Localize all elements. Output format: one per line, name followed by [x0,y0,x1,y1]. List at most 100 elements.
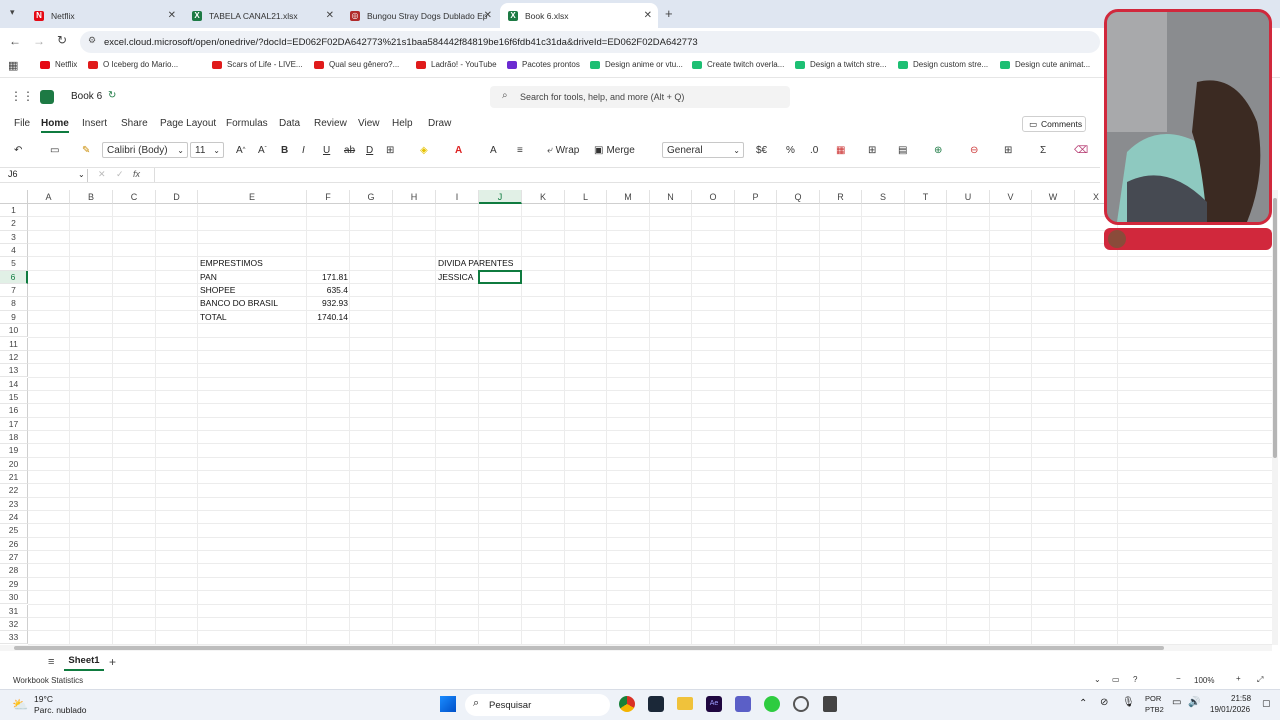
formula-input[interactable] [154,168,1094,182]
row-header-8[interactable]: 8 [0,297,28,311]
cell-e5[interactable]: EMPRESTIMOS [200,257,263,270]
fill-color-icon[interactable]: ◈ [420,142,428,158]
row-header-11[interactable]: 11 [0,337,28,351]
cell-i5[interactable]: DIVIDA PARENTES [438,257,513,270]
column-header-d[interactable]: D [156,190,198,204]
function-icon[interactable]: fx [133,169,140,179]
column-header-b[interactable]: B [70,190,113,204]
row-header-23[interactable]: 23 [0,497,28,511]
format-painter-icon[interactable]: ✎ [82,142,90,158]
column-header-h[interactable]: H [393,190,436,204]
bookmark-item[interactable]: Netflix [40,60,77,69]
text-effects-icon[interactable]: A [490,142,497,158]
bookmark-item[interactable]: Ladrão! - YouTube [416,60,497,69]
cell-i6[interactable]: JESSICA [438,271,473,284]
bookmark-item[interactable]: Design a twitch stre... [795,60,886,69]
sheet-tab-sheet1[interactable]: Sheet1 [64,653,104,671]
weather-temp[interactable]: 19°C [34,694,53,704]
row-header-9[interactable]: 9 [0,310,28,325]
row-header-32[interactable]: 32 [0,617,28,632]
teams-icon[interactable] [735,696,751,712]
back-icon[interactable]: ← [9,34,21,48]
new-tab-icon[interactable]: + [665,6,673,21]
column-header-f[interactable]: F [307,190,350,204]
column-header-m[interactable]: M [607,190,650,204]
bookmark-item[interactable]: Design custom stre... [898,60,988,69]
after-effects-icon[interactable]: Ae [706,696,722,712]
chrome-icon[interactable] [619,696,635,712]
weather-desc[interactable]: Parc. nublado [34,705,86,715]
cell-styles-icon[interactable]: ▤ [898,142,907,158]
row-header-16[interactable]: 16 [0,404,28,418]
chevron-down-icon[interactable]: ⌄ [1094,675,1101,684]
search-box[interactable]: ⌕ Search for tools, help, and more (Alt … [490,86,790,108]
cell-e7[interactable]: SHOPEE [200,284,235,297]
tab-home[interactable]: Home [41,118,69,133]
apps-grid-icon[interactable]: ▦ [8,59,18,72]
row-header-5[interactable]: 5 [0,257,28,271]
font-size-dropdown[interactable]: 11 ⌄ [190,142,224,158]
row-header-17[interactable]: 17 [0,417,28,431]
document-title[interactable]: Book 6 [71,91,102,102]
bookmark-item[interactable]: Design cute animat... [1000,60,1090,69]
undo-icon[interactable]: ↶ [14,142,22,158]
speaker-icon[interactable]: 🔊 [1188,697,1200,708]
display-icon[interactable]: ▭ [1172,697,1181,708]
notification-icon[interactable]: ▢ [1262,698,1271,709]
column-header-s[interactable]: S [862,190,905,204]
vertical-scrollbar[interactable] [1272,190,1278,645]
url-field[interactable]: ⚙ excel.cloud.microsoft/open/onedrive/?d… [80,31,1100,53]
font-color-icon[interactable]: A [455,142,462,158]
row-header-21[interactable]: 21 [0,471,28,485]
column-header-v[interactable]: V [990,190,1032,204]
tab-help[interactable]: Help [392,118,413,129]
workbook-statistics[interactable]: Workbook Statistics [13,676,83,685]
language-indicator[interactable]: POR [1145,694,1161,703]
decrease-font-icon[interactable]: Aˇ [258,142,267,158]
bookmark-item[interactable]: O Iceberg do Mario... [88,60,178,69]
clear-icon[interactable]: ⌫ [1074,142,1088,158]
scroll-thumb[interactable] [1273,198,1277,458]
conditional-format-icon[interactable]: ▦ [836,142,845,158]
column-header-c[interactable]: C [113,190,156,204]
row-header-13[interactable]: 13 [0,364,28,378]
column-header-l[interactable]: L [565,190,607,204]
row-header-19[interactable]: 19 [0,444,28,458]
column-header-p[interactable]: P [735,190,777,204]
clock-time[interactable]: 21:58 [1231,694,1251,703]
row-header-3[interactable]: 3 [0,230,28,244]
column-header-t[interactable]: T [905,190,947,204]
clock-app-icon[interactable] [793,696,809,712]
browser-tab-tabela[interactable]: X TABELA CANAL21.xlsx ✕ [184,3,340,28]
browser-tab-bungou[interactable]: ◎ Bungou Stray Dogs Dublado Ep ✕ [342,3,498,28]
decimal-icon[interactable]: .0 [810,142,818,158]
underline-icon[interactable]: U [323,142,330,158]
zoom-out-icon[interactable]: − [1176,674,1181,683]
percent-icon[interactable]: % [786,142,795,158]
tab-search-icon[interactable]: ▾ [10,7,15,18]
tab-review[interactable]: Review [314,118,347,129]
double-underline-icon[interactable]: D [366,142,373,158]
all-sheets-icon[interactable]: ≡ [48,656,54,668]
green-app-icon[interactable] [764,696,780,712]
row-header-4[interactable]: 4 [0,244,28,258]
font-name-dropdown[interactable]: Calibri (Body) ⌄ [102,142,188,158]
scroll-thumb[interactable] [14,646,1164,650]
bookmark-item[interactable]: Qual seu gênero?... [314,60,399,69]
tab-formulas[interactable]: Formulas [226,118,268,129]
row-header-2[interactable]: 2 [0,217,28,231]
column-header-o[interactable]: O [692,190,735,204]
select-all-corner[interactable] [0,190,28,204]
reload-icon[interactable]: ↻ [57,33,67,47]
clock-date[interactable]: 19/01/2026 [1210,705,1250,714]
display-settings-icon[interactable]: ▭ [1112,675,1120,684]
row-header-24[interactable]: 24 [0,511,28,525]
format-table-icon[interactable]: ⊞ [868,142,876,158]
keyboard-indicator[interactable]: PTB2 [1145,705,1164,714]
chevron-down-icon[interactable]: ⌄ [78,170,85,179]
column-header-k[interactable]: K [522,190,565,204]
close-tab-icon[interactable]: ✕ [484,10,492,21]
row-header-28[interactable]: 28 [0,564,28,578]
browser-tab-netflix[interactable]: N Netflix ✕ [26,3,182,28]
browser-tab-book6[interactable]: X Book 6.xlsx ✕ [500,3,658,28]
